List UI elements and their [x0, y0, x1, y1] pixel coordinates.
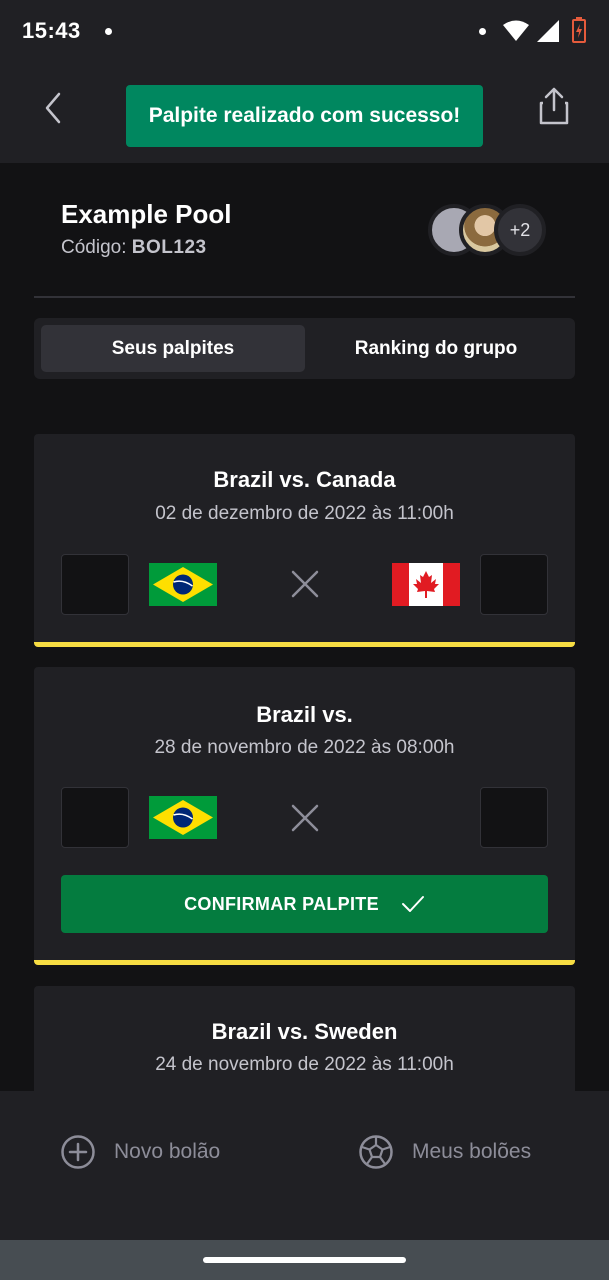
app-header: Palpite realizado com sucesso!	[0, 62, 609, 163]
match-date: 24 de novembro de 2022 às 11:00h	[155, 1054, 454, 1075]
canada-flag-icon	[392, 563, 460, 606]
status-bar: 15:43	[0, 0, 609, 62]
notification-dot-icon	[105, 28, 112, 35]
away-score-input[interactable]	[480, 554, 548, 615]
bottom-navigation: Novo bolão Meus bolões	[0, 1091, 609, 1240]
match-card: Brazil vs. Canada 02 de dezembro de 2022…	[34, 434, 575, 647]
nav-my-pools[interactable]: Meus bolões	[358, 1131, 531, 1173]
match-date: 28 de novembro de 2022 às 08:00h	[154, 737, 455, 758]
match-date: 02 de dezembro de 2022 às 11:00h	[155, 503, 454, 524]
match-title: Brazil vs. Canada	[213, 467, 396, 492]
nav-new-pool[interactable]: Novo bolão	[60, 1131, 220, 1173]
tab-seus-palpites[interactable]: Seus palpites	[41, 325, 305, 372]
home-score-input[interactable]	[61, 554, 129, 615]
pool-code: Código: BOL123	[61, 237, 207, 259]
tab-ranking-do-grupo[interactable]: Ranking do grupo	[304, 325, 568, 372]
extra-participants-badge: +2	[494, 204, 546, 256]
versus-x-icon	[291, 804, 319, 832]
battery-icon	[572, 17, 586, 43]
participants-avatars: +2	[428, 204, 550, 258]
soccer-ball-icon	[359, 1135, 393, 1169]
pool-code-value: BOL123	[131, 237, 207, 258]
check-icon	[401, 896, 424, 912]
confirm-guess-button[interactable]: CONFIRMAR PALPITE	[61, 875, 548, 933]
divider	[34, 296, 575, 298]
versus-x-icon	[291, 570, 319, 598]
home-gesture-handle[interactable]	[203, 1257, 406, 1263]
brazil-flag-icon	[149, 796, 217, 839]
share-icon[interactable]	[534, 86, 574, 126]
back-arrow-icon[interactable]	[36, 90, 72, 126]
system-navigation-bar	[0, 1240, 609, 1280]
brazil-flag-icon	[149, 563, 217, 606]
status-time: 15:43	[22, 18, 81, 43]
nav-new-pool-label: Novo bolão	[114, 1140, 221, 1163]
wifi-icon	[503, 20, 529, 41]
match-card: Brazil vs. 28 de novembro de 2022 às 08:…	[34, 667, 575, 965]
confirm-guess-label: CONFIRMAR PALPITE	[184, 893, 379, 914]
home-score-input[interactable]	[61, 787, 129, 848]
match-title: Brazil vs.	[256, 702, 353, 727]
cell-signal-icon	[537, 20, 559, 42]
pool-title: Example Pool	[61, 199, 232, 229]
match-title: Brazil vs. Sweden	[211, 1019, 398, 1044]
away-score-input[interactable]	[480, 787, 548, 848]
plus-circle-icon	[61, 1135, 95, 1169]
nav-my-pools-label: Meus bolões	[412, 1140, 532, 1163]
notification-dot-icon	[479, 28, 486, 35]
tabs: Seus palpites Ranking do grupo	[34, 318, 575, 379]
pool-code-label: Código:	[61, 237, 127, 258]
success-toast: Palpite realizado com sucesso!	[126, 85, 483, 147]
